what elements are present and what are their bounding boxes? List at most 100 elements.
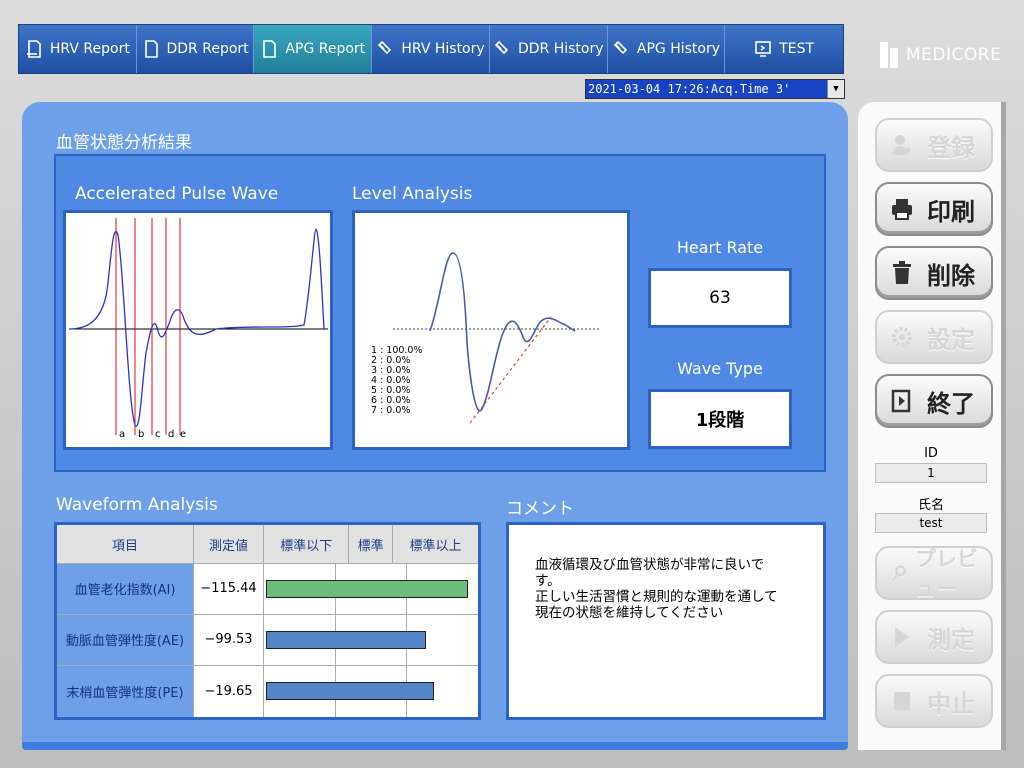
waveform-table: 項目 測定値 標準以下 標準 標準以上 血管老化指数(AI) −115.44 動… <box>54 522 481 720</box>
level-bar <box>266 579 468 598</box>
print-button[interactable]: 印刷 <box>875 182 993 236</box>
apg-wave-label-c: c <box>155 429 161 440</box>
apg-plot: a b c d e <box>63 210 333 450</box>
wave-type-value: 1段階 <box>648 389 792 449</box>
table-row: 末梢血管弾性度(PE) −19.65 <box>55 664 480 720</box>
record-select-value: 2021-03-04 17:26:Acq.Time 3' <box>588 82 791 96</box>
tab-apg-history[interactable]: APG History <box>607 25 726 73</box>
measure-button[interactable]: 測定 <box>875 610 993 664</box>
level-plot: 1 : 100.0% 2 : 0.0% 3 : 0.0% 4 : 0.0% 5 … <box>352 210 630 450</box>
preview-button[interactable]: プレビュー <box>875 546 993 601</box>
print-button-label: 印刷 <box>927 197 975 226</box>
delete-button[interactable]: 削除 <box>875 246 993 300</box>
settings-button[interactable]: 設定 <box>875 310 993 364</box>
level-wave-line <box>429 252 576 412</box>
exit-icon <box>891 389 911 413</box>
apg-wave-label-e: e <box>180 429 186 440</box>
level-item: 7 : 0.0% <box>371 405 411 416</box>
row-bar-cell <box>263 563 480 615</box>
tab-ddr-history[interactable]: DDR History <box>489 25 608 73</box>
report-icon <box>26 40 41 58</box>
register-button[interactable]: 登録 <box>875 118 993 172</box>
apg-wave-label-b: b <box>138 429 144 440</box>
gear-icon <box>892 327 912 347</box>
row-value: −19.65 <box>193 664 264 720</box>
row-value: −99.53 <box>193 613 264 666</box>
tab-hrv-report[interactable]: HRV Report <box>19 25 137 73</box>
row-name: 末梢血管弾性度(PE) <box>55 664 194 720</box>
history-icon <box>378 40 392 55</box>
apg-title: Accelerated Pulse Wave <box>75 184 279 204</box>
record-select[interactable]: 2021-03-04 17:26:Acq.Time 3' ▼ <box>585 79 845 99</box>
settings-button-label: 設定 <box>927 325 975 354</box>
tab-label: DDR History <box>517 41 604 57</box>
heart-rate-value: 63 <box>648 268 792 328</box>
name-label: 氏名 <box>917 498 944 513</box>
header-measured: 測定値 <box>193 523 264 564</box>
top-tab-bar: HRV Report DDR Report APG Report HRV His… <box>18 24 844 74</box>
exit-button[interactable]: 終了 <box>875 374 993 428</box>
tab-ddr-report[interactable]: DDR Report <box>136 25 255 73</box>
tab-label: APG Report <box>285 41 366 57</box>
header-standard: 標準 <box>348 523 393 564</box>
tab-apg-report[interactable]: APG Report <box>254 25 373 73</box>
apg-wave-label-a: a <box>119 429 125 440</box>
table-row: 動脈血管弾性度(AE) −99.53 <box>55 613 480 666</box>
history-icon <box>494 40 509 55</box>
tab-label: HRV History <box>401 41 485 57</box>
tab-label: APG History <box>636 41 721 57</box>
row-name: 血管老化指数(AI) <box>55 563 194 615</box>
chevron-down-icon[interactable]: ▼ <box>827 80 844 98</box>
delete-button-label: 削除 <box>927 261 975 290</box>
section-title: 血管状態分析結果 <box>56 133 192 153</box>
stop-button-label: 中止 <box>927 689 975 718</box>
row-name: 動脈血管弾性度(AE) <box>55 613 194 666</box>
add-user-icon <box>892 135 911 155</box>
name-value: test <box>875 513 987 533</box>
search-icon <box>892 565 906 581</box>
tab-label: TEST <box>779 41 815 57</box>
tab-test[interactable]: TEST <box>725 25 844 73</box>
table-row: 血管老化指数(AI) −115.44 <box>55 563 480 615</box>
history-icon <box>613 40 628 55</box>
printer-icon <box>892 199 912 220</box>
level-bar <box>266 682 434 701</box>
report-icon <box>144 40 158 58</box>
comment-title: コメント <box>506 499 574 519</box>
level-title: Level Analysis <box>352 184 473 204</box>
apg-wave-line <box>68 228 325 427</box>
header-above-standard: 標準以上 <box>391 523 481 564</box>
level-list: 1 : 100.0% 2 : 0.0% 3 : 0.0% 4 : 0.0% 5 … <box>371 346 423 416</box>
brand-mark-icon <box>880 42 900 68</box>
exit-button-label: 終了 <box>927 389 975 418</box>
row-bar-cell <box>263 613 480 666</box>
level-bar <box>266 630 426 649</box>
row-value: −115.44 <box>193 563 264 615</box>
register-button-label: 登録 <box>927 133 975 162</box>
table-header-row: 項目 測定値 標準以下 標準 標準以上 <box>55 523 481 564</box>
sidebar: 登録 印刷 削除 設定 終了 ID 1 氏名 test プレビュー 測定 中止 <box>858 102 1006 750</box>
row-bar-cell <box>263 664 480 720</box>
id-value: 1 <box>875 463 987 483</box>
comment-text: 血液循環及び血管状態が非常に良いで す。 正しい生活習慣と規則的な運動を通して … <box>506 522 826 720</box>
heart-rate-label: Heart Rate <box>676 238 764 257</box>
tab-hrv-history[interactable]: HRV History <box>372 25 490 73</box>
main-panel: 血管状態分析結果 Accelerated Pulse Wave a b c d <box>22 102 848 750</box>
tab-label: HRV Report <box>49 41 130 57</box>
stop-button[interactable]: 中止 <box>875 674 993 728</box>
brand-name: MEDICORE <box>906 45 1002 65</box>
id-label: ID <box>924 446 938 461</box>
brand-logo: MEDICORE <box>880 42 1001 68</box>
waveform-title: Waveform Analysis <box>56 495 218 515</box>
tab-label: DDR Report <box>166 41 249 57</box>
monitor-icon <box>755 41 772 57</box>
apg-wave-chart: a b c d e <box>68 218 328 440</box>
stop-icon <box>894 692 910 710</box>
report-icon <box>263 40 277 58</box>
wave-type-label: Wave Type <box>677 359 763 378</box>
trash-icon <box>893 261 911 284</box>
measure-button-label: 測定 <box>927 625 975 654</box>
apg-wave-label-d: d <box>168 429 174 440</box>
preview-button-label: プレビュー <box>914 547 978 601</box>
header-item: 項目 <box>55 523 194 564</box>
